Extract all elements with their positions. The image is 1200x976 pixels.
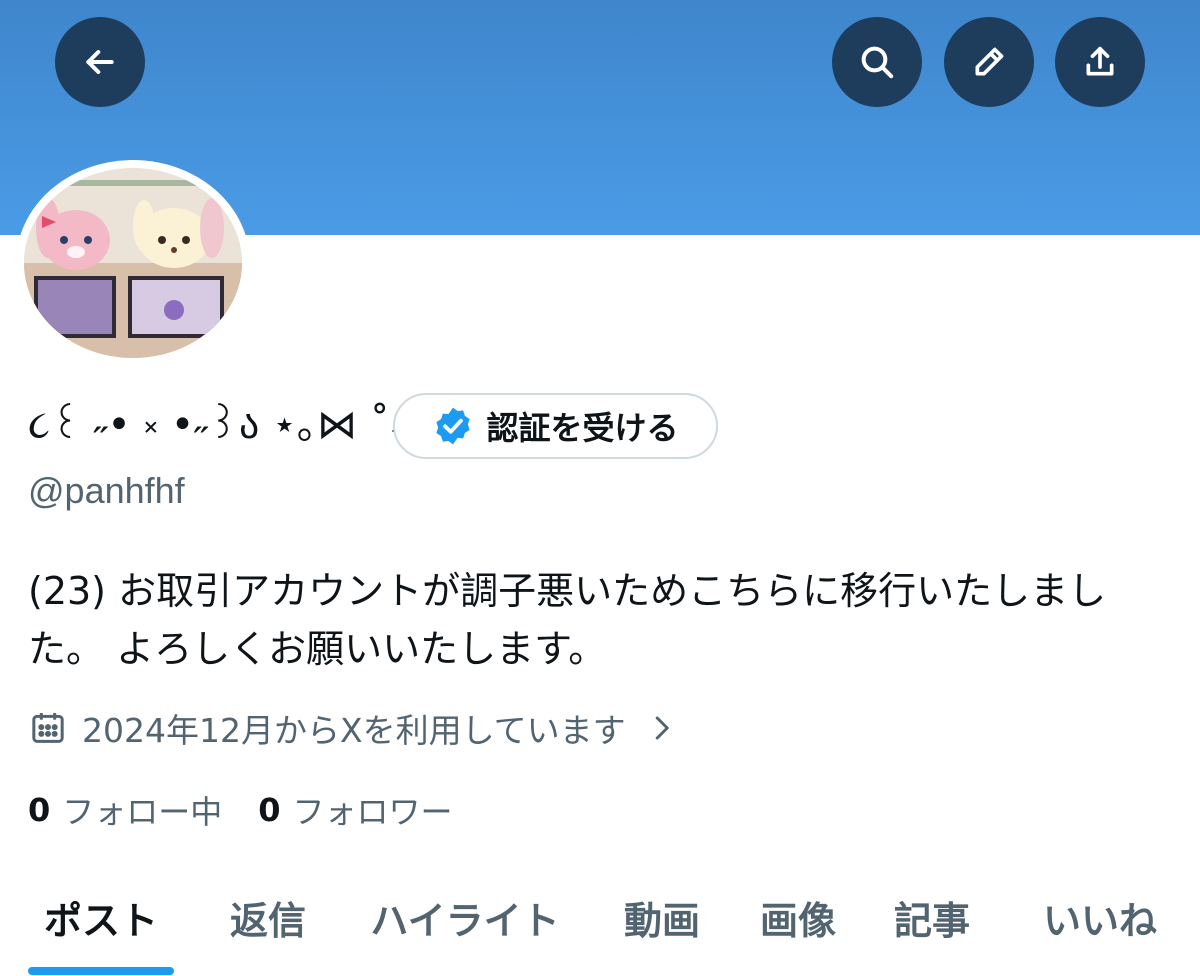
followers-label: フォロワー — [292, 793, 453, 831]
edit-button[interactable] — [944, 17, 1034, 107]
tab-replies[interactable]: 返信 — [218, 880, 318, 976]
tab-videos[interactable]: 動画 — [612, 880, 712, 976]
display-name: ૮꒰ ˶• ༝ •˶꒱ა ⋆｡⋈ ˚₊ — [28, 402, 411, 448]
share-button[interactable] — [1055, 17, 1145, 107]
tab-images[interactable]: 画像 — [748, 880, 848, 976]
joined-date[interactable]: 2024年12月からXを利用しています — [28, 700, 676, 756]
search-icon — [861, 46, 894, 79]
tab-likes[interactable]: いいね — [1030, 880, 1170, 976]
following-label: フォロー中 — [62, 793, 223, 831]
handle: @panhfhf — [28, 470, 185, 511]
tab-articles[interactable]: 記事 — [882, 880, 982, 976]
avatar[interactable] — [16, 160, 250, 366]
pencil-icon — [975, 47, 1004, 76]
followers-count: 0 — [258, 791, 281, 829]
tab-highlights[interactable]: ハイライト — [360, 880, 570, 976]
following-count: 0 — [28, 791, 51, 829]
arrow-left-icon — [86, 50, 114, 74]
search-button[interactable] — [832, 17, 922, 107]
profile-tabs: ポスト 返信 ハイライト 動画 画像 記事 いいね — [0, 880, 1200, 976]
verified-badge-icon — [436, 407, 471, 445]
get-verified-label: 認証を受ける — [486, 409, 679, 447]
share-icon — [1086, 46, 1114, 76]
follow-stats: 0 フォロー中 0 フォロワー — [28, 784, 489, 836]
following-link[interactable]: 0 フォロー中 — [28, 787, 222, 833]
tab-posts[interactable]: ポスト — [28, 880, 174, 976]
bio: (23) お取引アカウントが調子悪いためこちらに移行いたしました。 よろしくお願… — [28, 569, 1107, 671]
avatar-image — [24, 168, 242, 358]
back-button[interactable] — [55, 17, 145, 107]
calendar-icon — [32, 713, 64, 743]
joined-text: 2024年12月からXを利用しています — [82, 711, 626, 750]
followers-link[interactable]: 0 フォロワー — [258, 787, 452, 833]
active-tab-indicator — [28, 967, 174, 975]
get-verified-button[interactable]: 認証を受ける — [393, 393, 718, 459]
chevron-right-icon — [655, 716, 669, 740]
